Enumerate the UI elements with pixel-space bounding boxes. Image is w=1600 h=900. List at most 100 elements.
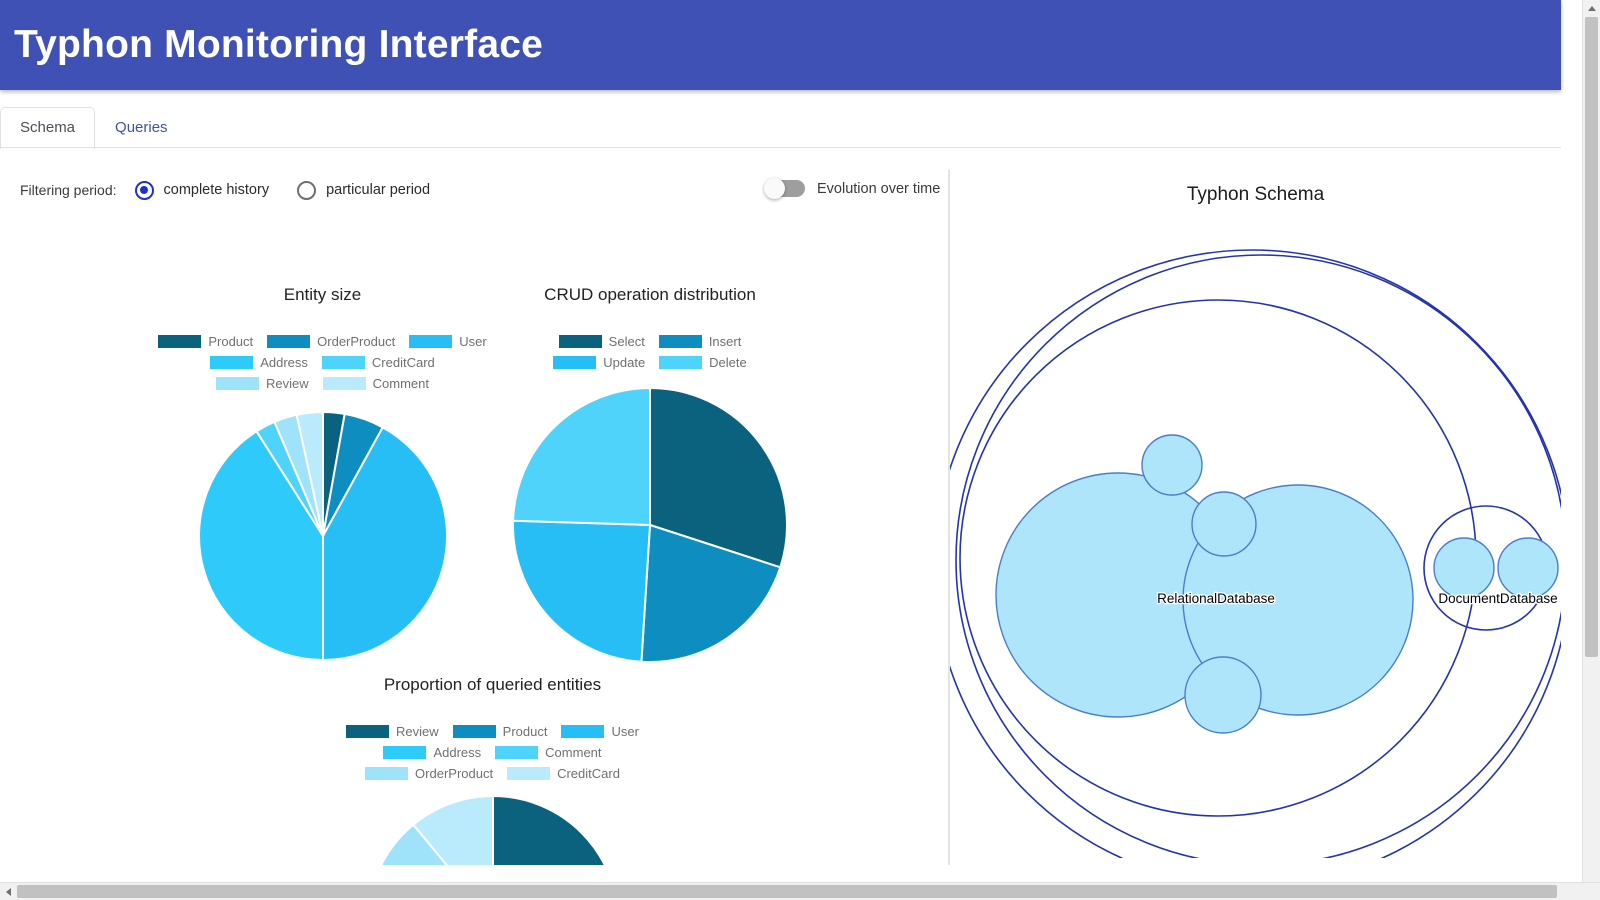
legend-swatch-icon <box>383 746 427 759</box>
legend-label: Product <box>502 724 548 739</box>
chart-title-queried-entities: Proportion of queried entities <box>383 675 602 694</box>
legend-queried-entities: Review Product User Address Comment OrderProd… <box>320 721 665 784</box>
legend-item[interactable]: CreditCard <box>507 766 620 781</box>
radio-selected-icon <box>134 180 154 200</box>
legend-label: Delete <box>709 355 747 370</box>
charts-panel: Entity size Product OrderProduct User Addre… <box>0 250 948 865</box>
scroll-up-arrow-icon[interactable] <box>1588 6 1596 11</box>
pie-slice[interactable] <box>512 386 651 527</box>
legend-item[interactable]: OrderProduct <box>267 334 395 349</box>
legend-swatch-icon <box>659 356 703 369</box>
legend-swatch-icon <box>495 746 539 759</box>
legend-swatch-icon <box>216 377 259 390</box>
schema-leaf-circle[interactable] <box>1141 434 1203 496</box>
legend-swatch-icon <box>658 335 702 348</box>
legend-item[interactable]: Address <box>210 355 308 370</box>
filtering-period-radio-group: complete history particular period <box>134 180 459 200</box>
legend-label: Address <box>433 745 482 760</box>
radio-complete-history[interactable]: complete history <box>134 180 270 200</box>
legend-label: Update <box>603 355 646 370</box>
legend-label: Review <box>266 376 309 391</box>
legend-swatch-icon <box>558 335 602 348</box>
legend-item[interactable]: Insert <box>658 334 741 349</box>
legend-item[interactable]: Comment <box>322 376 429 391</box>
legend-label: Comment <box>545 745 602 760</box>
legend-item[interactable]: OrderProduct <box>365 766 493 781</box>
tab-queries[interactable]: Queries <box>95 107 188 149</box>
legend-swatch-icon <box>210 356 254 369</box>
legend-label: CreditCard <box>557 766 620 781</box>
schema-leaf-circle[interactable] <box>1191 491 1257 557</box>
legend-swatch-icon <box>365 767 409 780</box>
legend-item[interactable]: Delete <box>659 355 747 370</box>
pie-queried-entities[interactable] <box>320 796 665 865</box>
legend-swatch-icon <box>321 356 365 369</box>
horizontal-scrollbar[interactable] <box>0 882 1600 900</box>
schema-title: Typhon Schema <box>1186 184 1325 205</box>
legend-swatch-icon <box>322 377 366 390</box>
evolution-over-time-label: Evolution over time <box>817 180 941 197</box>
chart-queried-entities: Proportion of queried entities Review Pro… <box>320 675 665 865</box>
schema-circle-packing[interactable]: RelationalDatabase DocumentDatabase <box>950 208 1561 858</box>
schema-node-label-document: DocumentDatabase <box>1438 591 1557 606</box>
legend-label: Product <box>208 334 254 349</box>
horizontal-scrollbar-thumb[interactable] <box>17 885 1557 898</box>
radio-unselected-icon <box>297 180 317 200</box>
chart-title-crud: CRUD operation distribution <box>544 285 756 304</box>
toggle-knob <box>764 178 785 199</box>
legend-label: Comment <box>372 376 429 391</box>
schema-panel: Typhon Schema RelationalDatabase Documen… <box>950 170 1561 865</box>
vertical-scrollbar-thumb[interactable] <box>1585 17 1598 657</box>
legend-item[interactable]: User <box>561 724 639 739</box>
radio-particular-period-label: particular period <box>326 182 431 198</box>
schema-leaf-circle[interactable] <box>1184 656 1262 734</box>
legend-item[interactable]: Select <box>558 334 645 349</box>
legend-label: User <box>459 334 487 349</box>
legend-item[interactable]: Review <box>216 376 309 391</box>
legend-swatch-icon <box>561 725 605 738</box>
legend-swatch-icon <box>158 335 202 348</box>
legend-label: Review <box>396 724 439 739</box>
legend-label: OrderProduct <box>317 334 396 349</box>
legend-label: Address <box>260 355 308 370</box>
legend-item[interactable]: User <box>409 334 487 349</box>
legend-swatch-icon <box>553 356 597 369</box>
legend-item[interactable]: Update <box>553 355 645 370</box>
schema-leaf-circle[interactable] <box>1497 537 1559 599</box>
pie-crud[interactable] <box>500 385 800 665</box>
radio-particular-period[interactable]: particular period <box>297 180 431 200</box>
legend-item[interactable]: Review <box>346 724 439 739</box>
evolution-over-time-toggle[interactable]: Evolution over time <box>764 178 941 199</box>
chart-title-entity-size: Entity size <box>283 285 362 304</box>
chart-crud-distribution: CRUD operation distribution Select Insert… <box>500 285 800 665</box>
legend-label: Select <box>608 334 645 349</box>
legend-item[interactable]: Product <box>452 724 548 739</box>
legend-crud: Select Insert Update Delete <box>500 331 800 373</box>
pie-entity-size-svg <box>197 410 448 662</box>
scroll-left-arrow-icon[interactable] <box>6 888 11 896</box>
legend-swatch-icon <box>452 725 496 738</box>
chart-entity-size: Entity size Product OrderProduct User Addre… <box>150 285 495 666</box>
legend-swatch-icon <box>267 335 311 348</box>
filtering-period-label: Filtering period: <box>20 182 117 198</box>
pie-crud-svg <box>512 386 788 663</box>
pie-slice[interactable] <box>512 519 651 663</box>
tab-schema[interactable]: Schema <box>0 107 96 149</box>
legend-swatch-icon <box>346 725 390 738</box>
pie-queried-entities-svg <box>379 796 618 865</box>
application-window: Typhon Monitoring Interface Schema Queri… <box>0 0 1600 900</box>
pie-slice[interactable] <box>491 796 618 865</box>
legend-label: CreditCard <box>371 355 435 370</box>
vertical-scrollbar[interactable] <box>1582 0 1600 883</box>
radio-complete-history-label: complete history <box>163 182 270 198</box>
toggle-track <box>764 178 805 199</box>
schema-leaf-circle[interactable] <box>1433 537 1495 599</box>
legend-item[interactable]: CreditCard <box>321 355 435 370</box>
page-title: Typhon Monitoring Interface <box>14 23 543 66</box>
legend-item[interactable]: Comment <box>495 745 602 760</box>
legend-item[interactable]: Address <box>383 745 481 760</box>
legend-swatch-icon <box>507 767 551 780</box>
legend-item[interactable]: Product <box>158 334 253 349</box>
legend-entity-size: Product OrderProduct User Address CreditCard… <box>150 331 495 394</box>
pie-entity-size[interactable] <box>150 406 495 666</box>
